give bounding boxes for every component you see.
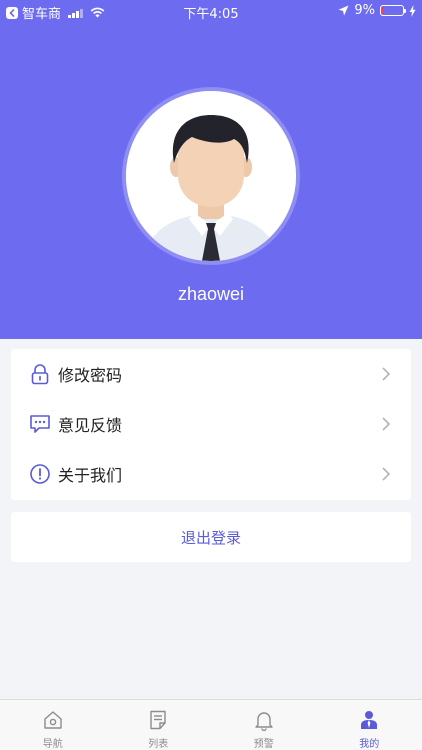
- bell-icon: [255, 712, 273, 731]
- chevron-right-icon: [382, 467, 391, 481]
- feedback-icon: [29, 413, 51, 435]
- status-bar: 智车商 下午4:05 9%: [0, 0, 422, 22]
- tab-mine[interactable]: 我的: [317, 700, 422, 750]
- tab-label: 我的: [359, 739, 380, 750]
- list-icon: [150, 710, 166, 730]
- username: zhaowei: [177, 284, 245, 304]
- tab-label: 导航: [42, 739, 63, 750]
- home-icon: [44, 711, 62, 729]
- battery-icon: [380, 5, 406, 16]
- menu-item-feedback[interactable]: 意见反馈: [11, 399, 411, 449]
- avatar-person-icon: [126, 91, 296, 261]
- logout-button[interactable]: 退出登录: [11, 512, 411, 562]
- location-arrow-icon: [338, 5, 349, 16]
- lock-icon: [29, 363, 51, 385]
- tab-label: 预警: [253, 739, 274, 750]
- menu-item-label: 意见反馈: [58, 416, 123, 435]
- menu-item-change-password[interactable]: 修改密码: [11, 349, 411, 399]
- info-icon: [29, 463, 51, 485]
- menu-item-label: 修改密码: [58, 366, 123, 385]
- settings-menu: 修改密码 意见反馈 关于我们: [11, 349, 411, 500]
- tab-bar: 导航 列表 预警 我的: [0, 699, 422, 750]
- profile-header: 智车商 下午4:05 9% zhaowei: [0, 0, 422, 339]
- battery-percent: 9%: [354, 3, 375, 18]
- avatar[interactable]: [122, 87, 300, 265]
- user-icon: [361, 711, 378, 729]
- menu-item-label: 关于我们: [58, 466, 123, 485]
- charging-bolt-icon: [409, 4, 416, 17]
- tab-navigation[interactable]: 导航: [0, 700, 106, 750]
- status-bar-right: 9%: [338, 3, 416, 18]
- chevron-right-icon: [382, 367, 391, 381]
- tab-label: 列表: [148, 739, 169, 750]
- tab-alerts[interactable]: 预警: [211, 700, 317, 750]
- chevron-right-icon: [382, 417, 391, 431]
- menu-item-about-us[interactable]: 关于我们: [11, 449, 411, 499]
- tab-list[interactable]: 列表: [106, 700, 212, 750]
